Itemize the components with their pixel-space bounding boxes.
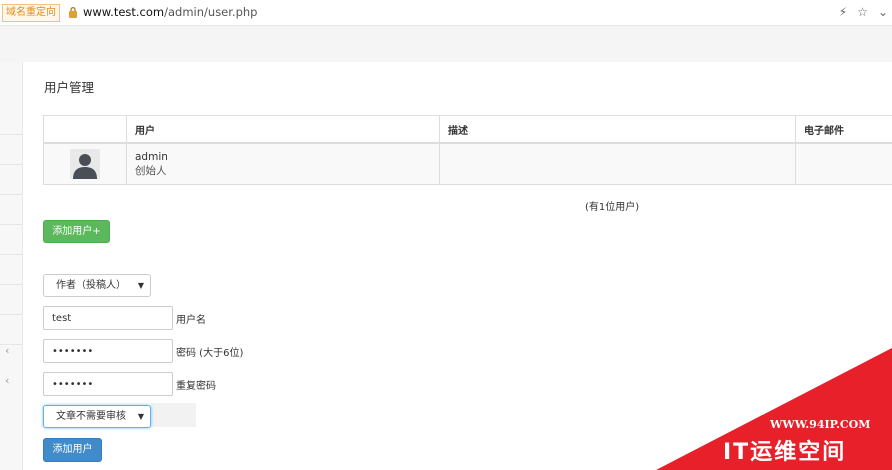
submit-add-user-button[interactable]: 添加用户 — [43, 438, 102, 462]
confirm-password-label: 重复密码 — [176, 381, 216, 392]
add-user-toggle-button[interactable]: 添加用户+ — [43, 220, 110, 243]
email-cell — [795, 142, 892, 185]
column-header-email: 电子邮件 — [795, 115, 892, 144]
admin-header-band — [0, 26, 892, 62]
password-input[interactable] — [43, 339, 173, 363]
role-select-value: 作者（投稿人） — [56, 280, 126, 291]
sidebar-divider — [0, 164, 22, 165]
sidebar-divider — [0, 134, 22, 135]
select-dropdown-shadow — [151, 403, 196, 427]
sidebar: ‹ ‹ — [0, 62, 23, 470]
sidebar-divider — [0, 284, 22, 285]
url-path: /admin/user.php — [164, 5, 258, 19]
sidebar-divider — [0, 254, 22, 255]
url-domain: www.test.com — [83, 5, 165, 19]
page-info-icon[interactable] — [68, 7, 78, 18]
user-name-link[interactable]: admin — [135, 150, 439, 164]
role-select[interactable]: 作者（投稿人） ▼ — [43, 274, 151, 297]
url-field[interactable]: www.test.com/admin/user.php — [83, 5, 257, 19]
caret-down-icon: ▼ — [137, 281, 144, 290]
bolt-icon[interactable]: ⚡ — [839, 5, 847, 19]
password-label: 密码 (大于6位) — [176, 348, 244, 359]
avatar — [70, 149, 100, 179]
confirm-password-input[interactable] — [43, 372, 173, 396]
chevron-left-icon[interactable]: ‹ — [5, 344, 9, 357]
redirect-badge[interactable]: 域名重定向 — [2, 4, 60, 22]
username-input[interactable] — [43, 306, 173, 330]
star-icon[interactable]: ☆ — [857, 5, 868, 19]
sidebar-divider — [0, 194, 22, 195]
sidebar-divider — [0, 314, 22, 315]
table-row: admin 创始人 — [43, 142, 892, 185]
main-content: 用户管理 用户 描述 电子邮件 admin 创始人 (有1位用户) 添加用户+ … — [23, 62, 892, 470]
browser-address-bar: 域名重定向 www.test.com/admin/user.php ⚡ ☆ ⌄ — [0, 0, 892, 26]
watermark-brand: IT运维空间 — [723, 440, 847, 465]
chevron-down-icon[interactable]: ⌄ — [878, 5, 888, 19]
address-bar-actions: ⚡ ☆ ⌄ — [839, 5, 888, 19]
avatar-cell — [43, 142, 127, 185]
sidebar-divider — [0, 224, 22, 225]
review-select[interactable]: 文章不需要审核 ▼ — [43, 405, 151, 428]
sidebar-divider — [0, 344, 22, 345]
page-title: 用户管理 — [44, 80, 95, 95]
chevron-left-icon[interactable]: ‹ — [5, 374, 9, 387]
username-label: 用户名 — [176, 315, 206, 326]
review-select-value: 文章不需要审核 — [56, 411, 126, 422]
description-cell — [439, 142, 796, 185]
column-header-user: 用户 — [126, 115, 440, 144]
watermark-url: WWW.94IP.COM — [770, 418, 871, 431]
column-header-description: 描述 — [439, 115, 796, 144]
user-count: (有1位用户) — [585, 202, 640, 213]
users-table: 用户 描述 电子邮件 admin 创始人 — [43, 115, 892, 185]
caret-down-icon: ▼ — [137, 412, 144, 421]
column-header-avatar — [43, 115, 127, 144]
user-cell: admin 创始人 — [126, 142, 440, 185]
user-role: 创始人 — [135, 165, 167, 177]
table-header-row: 用户 描述 电子邮件 — [43, 115, 892, 144]
